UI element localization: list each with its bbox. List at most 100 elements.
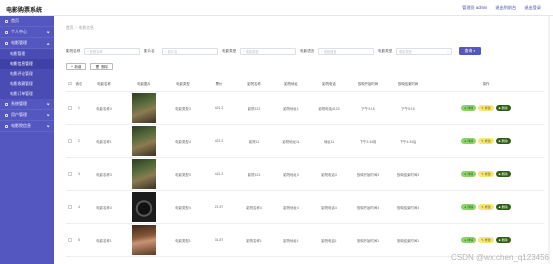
col-header-price[interactable]: 票价	[202, 81, 236, 86]
col-header-image[interactable]: 电影图片	[124, 81, 164, 86]
sidebar-item-label: 系统管理	[11, 101, 27, 106]
view-button[interactable]: ● 详情	[461, 137, 477, 145]
cell-end: 放映结束时间1	[396, 238, 420, 243]
breadcrumb-home[interactable]: 首页	[66, 26, 74, 31]
table-row: 4 电影名称4 电影类型4 21.57 影院名称4 影院地址4 影院电话4 放映…	[66, 191, 544, 224]
row-checkbox[interactable]	[66, 172, 74, 176]
search-label: 电影类型	[222, 48, 237, 53]
breadcrumb-separator: /	[75, 26, 77, 30]
row-checkbox[interactable]	[66, 139, 74, 143]
search-button-label: 查询	[464, 48, 473, 53]
col-header-name[interactable]: 电影名称	[84, 81, 124, 86]
movie-type-select[interactable]: 电影类型 ⌄	[396, 47, 452, 55]
batch-delete-button[interactable]: 🗑 删除	[90, 63, 113, 70]
cinema-name-input[interactable]: ⌕ 影院名称	[84, 47, 140, 55]
breadcrumb: 首页 / 电影信息	[66, 26, 94, 31]
input-placeholder: 影片名	[167, 49, 178, 54]
edit-button[interactable]: ✎ 修改	[478, 203, 494, 211]
view-label: 详情	[467, 205, 474, 209]
sidebar-item-profile[interactable]: 个人中心	[0, 27, 54, 38]
edit-button[interactable]: ✎ 修改	[478, 170, 494, 178]
sidebar-sub-movie-orders[interactable]: 电影订单管理	[0, 89, 54, 99]
edit-label: 修改	[484, 106, 491, 110]
sidebar-item-movies[interactable]: 电影管理	[0, 38, 54, 49]
movie-name-input[interactable]: ⌕ 影片名	[162, 47, 218, 55]
movie-poster-image[interactable]	[132, 126, 156, 156]
edit-button[interactable]: ✎ 修改	[478, 236, 494, 244]
cell-index: 5	[78, 238, 80, 242]
col-header-end[interactable]: 放映结束时间	[388, 81, 428, 86]
cell-start: 放映开始时间1	[356, 238, 380, 243]
logout-link[interactable]: 退出登录	[524, 5, 541, 11]
delete-label: 删除	[501, 106, 508, 110]
delete-button-label: 删除	[101, 65, 108, 69]
col-header-phone[interactable]: 影院电话	[310, 81, 348, 86]
cell-address: 影院地址11	[282, 139, 300, 144]
movie-language-input[interactable]: ⌕ 电影语言	[318, 47, 374, 55]
cell-index: 3	[78, 172, 80, 176]
view-label: 详情	[467, 238, 474, 242]
delete-button[interactable]: ■ 删除	[495, 104, 511, 112]
col-header-address[interactable]: 影院地址	[272, 81, 310, 86]
top-bar: 电影购票系统 管理员 admin 退出到前台 退出登录	[0, 0, 553, 16]
view-button[interactable]: ● 详情	[461, 203, 477, 211]
movie-poster-image[interactable]	[132, 159, 156, 189]
cell-index: 4	[78, 205, 80, 209]
sidebar-sub-movie-info[interactable]: 电影信息管理	[0, 59, 54, 69]
edit-label: 修改	[484, 238, 491, 242]
delete-button[interactable]: ■ 删除	[495, 137, 511, 145]
movie-poster-image[interactable]	[132, 93, 156, 123]
delete-label: 删除	[501, 238, 508, 242]
sidebar-sub-movie-favorites[interactable]: 电影收藏管理	[0, 79, 54, 89]
sidebar-item-system[interactable]: 系统管理	[0, 99, 54, 110]
building-icon	[5, 124, 8, 128]
sidebar-item-users[interactable]: 用户管理	[0, 110, 54, 121]
row-checkbox[interactable]	[66, 238, 74, 242]
search-button[interactable]: 查询 ⌕	[459, 47, 481, 55]
delete-button[interactable]: ■ 删除	[495, 203, 511, 211]
col-header-cinema[interactable]: 影院名称	[236, 81, 272, 86]
sidebar-item-cinema[interactable]: 电影院信息	[0, 121, 54, 132]
col-header-start[interactable]: 放映开始时间	[348, 81, 388, 86]
row-checkbox[interactable]	[66, 106, 74, 110]
cell-cinema: 影院名称1	[246, 238, 262, 243]
input-placeholder: 电影语言	[323, 49, 337, 54]
search-icon: ⌕	[473, 49, 476, 53]
pencil-icon: ✎	[481, 238, 484, 242]
view-button[interactable]: ● 详情	[461, 236, 477, 244]
eye-icon: ●	[464, 139, 467, 143]
row-checkbox[interactable]	[66, 205, 74, 209]
table-row: 3 电影名称3 电影类型3 421.2 影院123 影院地址3 影院电话3 放映…	[66, 158, 544, 191]
chevron-down-icon	[46, 102, 50, 106]
view-button[interactable]: ● 详情	[461, 170, 477, 178]
breadcrumb-current: 电影信息	[78, 26, 94, 30]
cell-cinema: 影院11	[248, 139, 260, 144]
col-header-index: 索引	[75, 82, 83, 86]
sidebar-sub-movie-comments[interactable]: 电影评论管理	[0, 69, 54, 79]
cell-image	[124, 159, 164, 189]
cell-type: 电影类型3	[175, 172, 191, 177]
sidebar-sub-movie-manage[interactable]: 电影管理	[0, 49, 54, 59]
top-links: 管理员 admin 退出到前台 退出登录	[462, 5, 541, 11]
back-to-front-link[interactable]: 退出到前台	[495, 5, 516, 11]
movie-poster-image[interactable]	[132, 192, 156, 222]
sidebar-item-home[interactable]: 首页	[0, 16, 54, 27]
movie-poster-image[interactable]	[132, 225, 156, 255]
eye-icon: ●	[464, 106, 467, 110]
edit-button[interactable]: ✎ 修改	[478, 104, 494, 112]
delete-button[interactable]: ■ 删除	[495, 236, 511, 244]
scrollbar[interactable]	[548, 16, 550, 264]
edit-button[interactable]: ✎ 修改	[478, 137, 494, 145]
movie-type-input[interactable]: ⌕ 电影类型	[240, 47, 296, 55]
cell-ops: ● 详情 ✎ 修改 ■ 删除	[428, 236, 544, 244]
add-button[interactable]: + 新增	[66, 63, 87, 70]
delete-button[interactable]: ■ 删除	[495, 170, 511, 178]
cell-ops: ● 详情 ✎ 修改 ■ 删除	[428, 137, 544, 145]
sidebar: 首页 个人中心 电影管理 电影管理 电影信息管理 电影评论管理 电影收藏管理 电…	[0, 16, 54, 264]
cell-phone: 影院电话1	[321, 238, 337, 243]
search-group-movie: 影片名 ⌕ 影片名	[144, 47, 222, 55]
select-all-checkbox[interactable]	[66, 81, 74, 86]
view-button[interactable]: ● 详情	[461, 104, 477, 112]
col-header-type[interactable]: 电影类型	[164, 81, 202, 86]
chevron-up-icon	[46, 42, 50, 46]
